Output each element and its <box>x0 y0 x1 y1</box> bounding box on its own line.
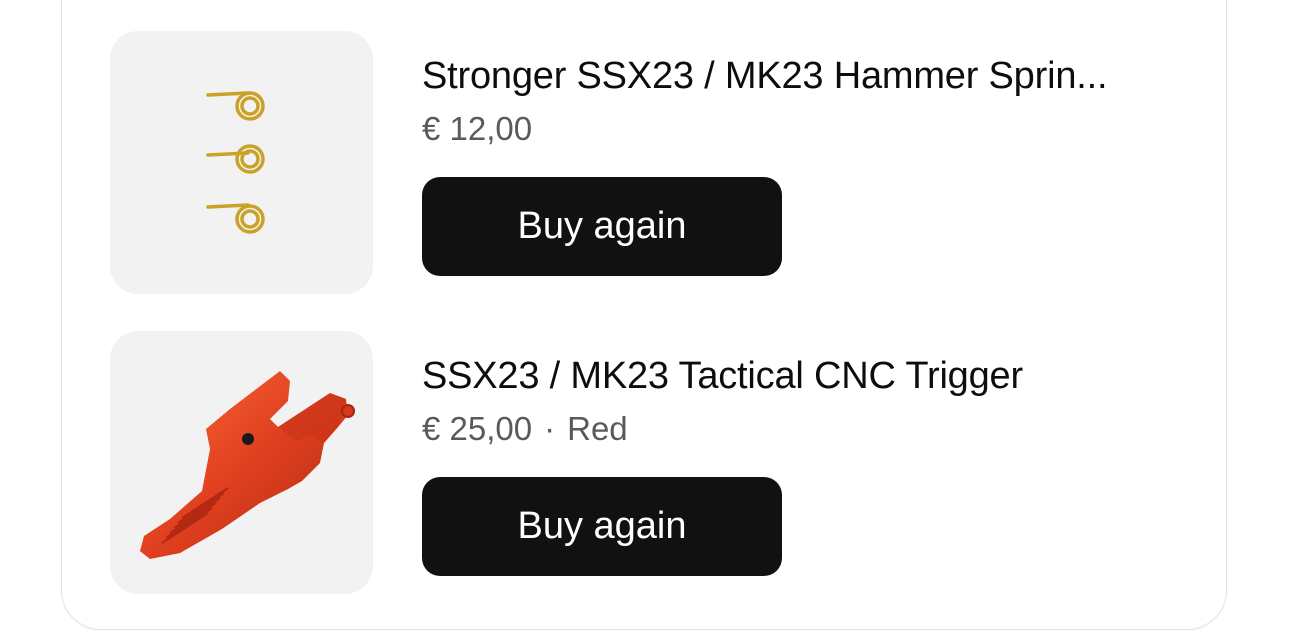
product-title[interactable]: Stronger SSX23 / MK23 Hammer Sprin... <box>422 53 1174 99</box>
hammer-spring-image <box>206 91 265 234</box>
product-image[interactable] <box>110 31 373 294</box>
meta-separator: · <box>544 410 556 447</box>
product-image[interactable] <box>110 331 373 594</box>
buy-again-button[interactable]: Buy again <box>422 177 782 276</box>
product-variant: Red <box>567 410 628 447</box>
order-item: Stronger SSX23 / MK23 Hammer Sprin... € … <box>110 31 1210 295</box>
product-meta: € 12,00 <box>422 109 532 149</box>
product-title[interactable]: SSX23 / MK23 Tactical CNC Trigger <box>422 353 1174 399</box>
product-price: € 12,00 <box>422 110 533 147</box>
buy-again-button[interactable]: Buy again <box>422 477 782 576</box>
product-price: € 25,00 <box>422 410 533 447</box>
product-meta: € 25,00 · Red <box>422 409 628 449</box>
order-item: SSX23 / MK23 Tactical CNC Trigger € 25,0… <box>110 331 1210 595</box>
cnc-trigger-image <box>140 371 355 559</box>
